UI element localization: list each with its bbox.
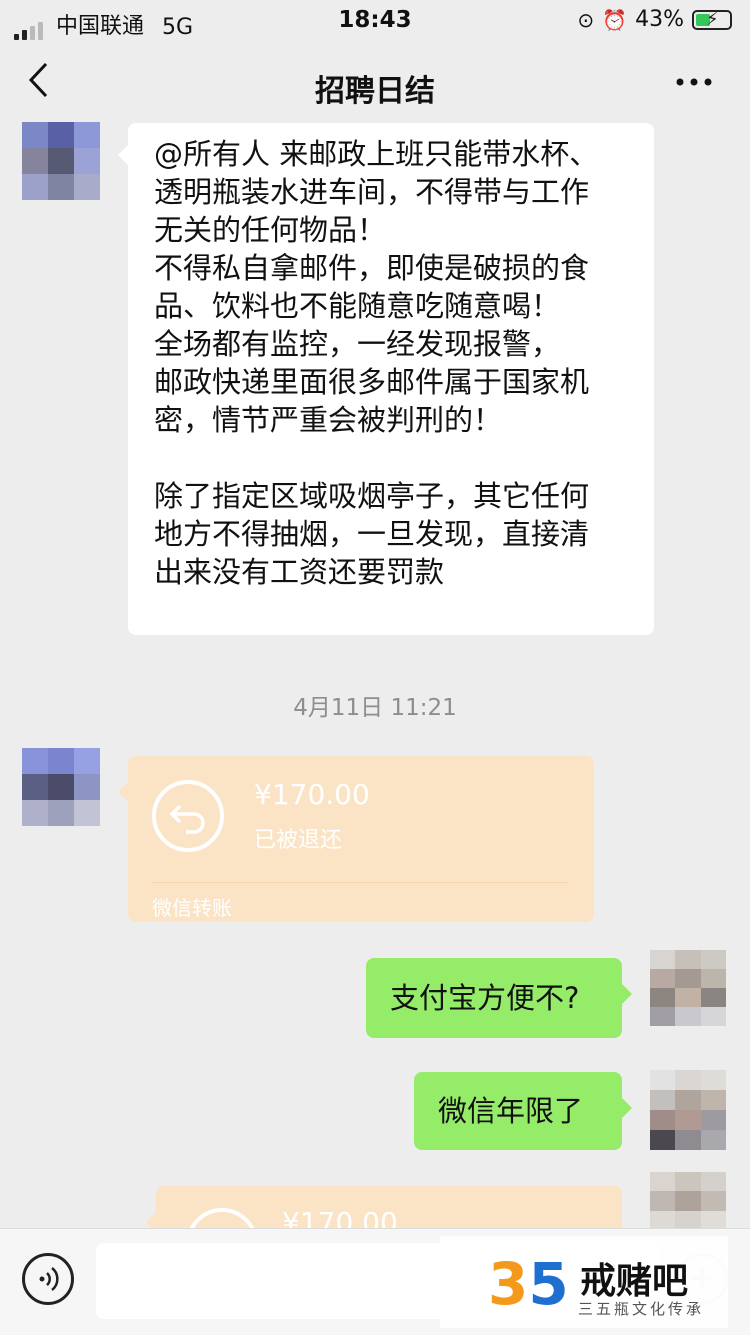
avatar-sender[interactable]	[22, 748, 100, 826]
battery-percent: 43%	[635, 7, 684, 32]
watermark-title: 戒赌吧	[580, 1261, 689, 1302]
message-bubble-rules[interactable]: @所有人 来邮政上班只能带水杯、 透明瓶装水进车间，不得带与工作 无关的任何物品…	[118, 123, 654, 635]
watermark-logo: 35 戒赌吧 三五瓶文化传承	[440, 1236, 728, 1328]
message-timestamp: 4月11日 11:21	[293, 695, 457, 721]
nav-bar: 招聘日结	[0, 40, 750, 128]
transfer-divider	[152, 882, 568, 883]
rotation-lock-icon: ⊙	[577, 7, 595, 32]
avatar-sender[interactable]	[22, 122, 100, 200]
transfer-card[interactable]: ¥170.00 已被退还 微信转账	[118, 756, 594, 922]
battery-icon: ⚡	[692, 9, 732, 30]
avatar-self[interactable]	[650, 1070, 726, 1150]
alarm-icon: ⏰	[602, 7, 628, 32]
avatar-self[interactable]	[650, 950, 726, 1026]
more-button[interactable]	[674, 58, 714, 107]
sent-message[interactable]: 支付宝方便不?	[366, 958, 632, 1038]
status-right: ⊙ ⏰ 43% ⚡	[577, 7, 732, 32]
voice-button[interactable]	[22, 1253, 74, 1305]
watermark-number: 35	[488, 1250, 569, 1318]
status-bar: 中国联通 5G 18:43 ⊙ ⏰ 43% ⚡	[0, 0, 750, 40]
sent-message[interactable]: 微信年限了	[414, 1072, 632, 1150]
avatar-self[interactable]	[650, 1172, 726, 1230]
chat-title: 招聘日结	[315, 74, 435, 109]
transfer-label: 微信转账	[152, 896, 232, 920]
watermark-subtitle: 三五瓶文化传承	[578, 1300, 705, 1318]
refund-icon	[152, 780, 224, 852]
more-dots-icon	[676, 78, 712, 86]
transfer-status: 已被退还	[254, 828, 343, 853]
transfer-amount: ¥170.00	[254, 778, 370, 811]
voice-icon	[39, 1267, 59, 1291]
